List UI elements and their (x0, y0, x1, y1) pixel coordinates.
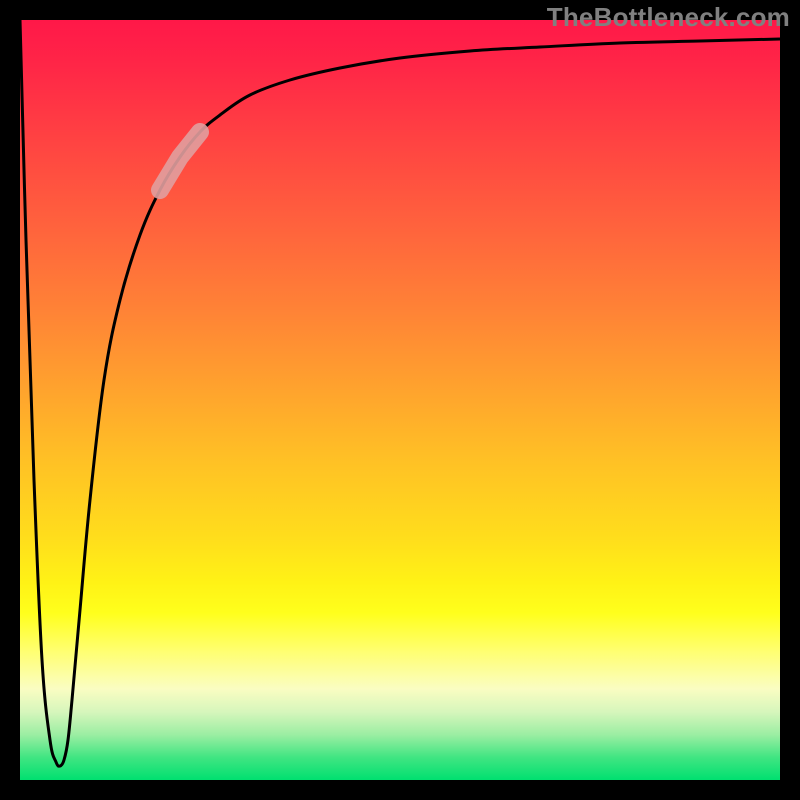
plot-area (20, 20, 780, 780)
bottleneck-curve-path (20, 20, 780, 766)
chart-frame: TheBottleneck.com (0, 0, 800, 800)
highlight-segment-path (160, 132, 200, 190)
watermark-text: TheBottleneck.com (547, 2, 790, 33)
curve-svg (20, 20, 780, 780)
